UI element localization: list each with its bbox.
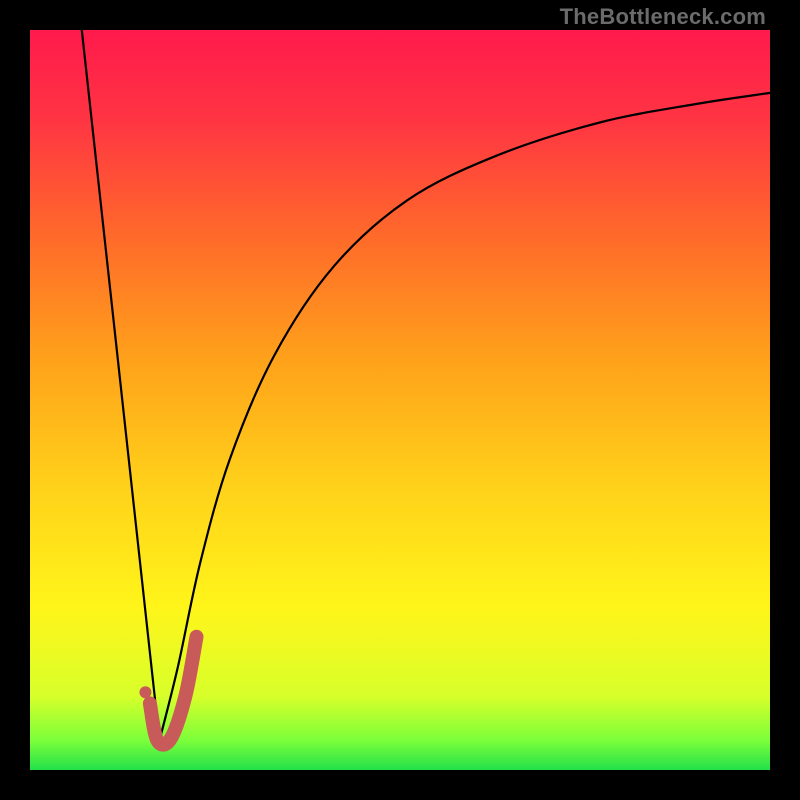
gradient-background (30, 30, 770, 770)
optimum-dot (139, 686, 151, 698)
plot-area (30, 30, 770, 770)
watermark-text: TheBottleneck.com (560, 4, 766, 30)
chart-frame: TheBottleneck.com (0, 0, 800, 800)
chart-svg (30, 30, 770, 770)
